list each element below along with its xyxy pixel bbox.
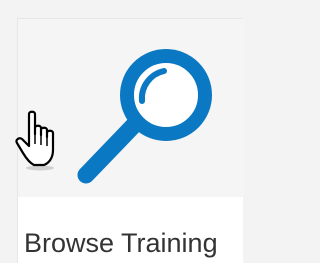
tile-label[interactable]: Browse Training [24, 225, 244, 261]
magnifying-glass-icon [77, 49, 212, 184]
hand-pointer-cursor-icon [15, 110, 55, 171]
page: Browse Training [0, 0, 250, 263]
